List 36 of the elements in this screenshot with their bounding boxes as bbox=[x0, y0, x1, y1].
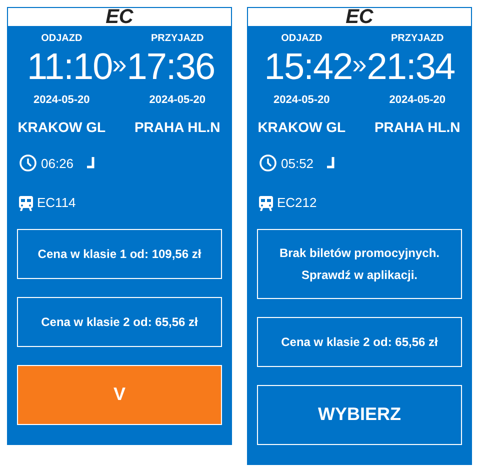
arrival-time: 21:34 bbox=[366, 46, 456, 88]
select-button[interactable]: V bbox=[17, 364, 222, 424]
train-number: EC212 bbox=[277, 194, 317, 212]
departure-label: ODJAZD bbox=[280, 32, 324, 46]
train-icon bbox=[19, 194, 33, 211]
price-box: Cena w klasie 1 od: 109,56 zł bbox=[17, 228, 222, 278]
train-number: EC114 bbox=[37, 194, 76, 212]
departure-date: 2024-05-20 bbox=[32, 93, 91, 108]
select-button[interactable]: WYBIERZ bbox=[257, 384, 462, 444]
arrival-station: PRAHA HL.N bbox=[373, 118, 462, 136]
arrival-date: 2024-05-20 bbox=[148, 93, 206, 108]
departure-date: 2024-05-20 bbox=[272, 93, 331, 108]
arrival-label: PRZYJAZD bbox=[150, 32, 205, 46]
train-icon bbox=[259, 194, 273, 211]
departure-label: ODJAZD bbox=[40, 32, 84, 46]
time-separator: » bbox=[352, 48, 367, 81]
arrival-date: 2024-05-20 bbox=[388, 93, 446, 108]
duration-text: 05:52 bbox=[281, 154, 314, 172]
clock-icon bbox=[19, 154, 37, 172]
seat-icon bbox=[86, 156, 96, 170]
arrival-station: PRAHA HL.N bbox=[133, 118, 222, 136]
seat-icon bbox=[326, 156, 336, 170]
departure-station: KRAKOW GL bbox=[256, 118, 347, 136]
category-label: EC bbox=[106, 7, 134, 27]
price-box: Brak biletów promocyjnych. Sprawdź w aplikacji. bbox=[257, 228, 462, 298]
arrival-time: 17:36 bbox=[126, 46, 216, 88]
price-box: Cena w klasie 2 od: 65,56 zł bbox=[257, 316, 462, 366]
arrival-label: PRZYJAZD bbox=[390, 32, 445, 46]
clock-icon bbox=[259, 154, 277, 172]
price-box: Cena w klasie 2 od: 65,56 zł bbox=[17, 296, 222, 346]
departure-station: KRAKOW GL bbox=[16, 118, 107, 136]
category-label: EC bbox=[346, 7, 374, 27]
departure-time: 11:10 bbox=[26, 46, 112, 88]
duration-text: 06:26 bbox=[41, 154, 74, 172]
departure-time: 15:42 bbox=[263, 46, 352, 88]
time-separator: » bbox=[112, 48, 127, 81]
